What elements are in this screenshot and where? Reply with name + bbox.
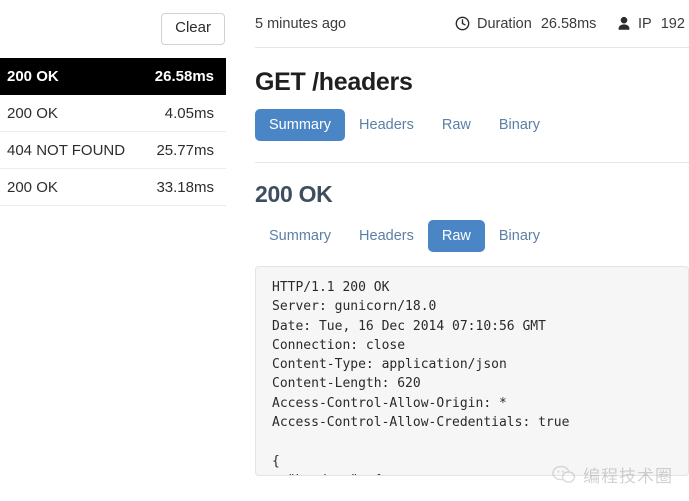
response-tab-binary[interactable]: Binary [485,220,554,252]
request-duration: 26.58ms [154,67,214,85]
table-row[interactable]: 200 OK 26.58ms [0,58,226,95]
header-divider [255,47,689,48]
request-status: 200 OK [7,178,58,196]
timestamp-label: 5 minutes ago [255,15,347,32]
request-list: 200 OK 26.58ms 200 OK 4.05ms 404 NOT FOU… [0,58,226,206]
tab-summary[interactable]: Summary [255,109,346,141]
tab-binary[interactable]: Binary [485,109,554,141]
duration-value: 26.58ms [540,15,597,32]
raw-response-panel[interactable]: HTTP/1.1 200 OK Server: gunicorn/18.0 Da… [255,266,689,476]
request-meta-bar: 5 minutes ago Duration 26.58ms IP 192 [255,0,689,47]
request-duration-meta: Duration 26.58ms [455,16,617,32]
request-duration: 33.18ms [156,178,214,196]
request-duration: 4.05ms [164,104,214,122]
raw-response-text: HTTP/1.1 200 OK Server: gunicorn/18.0 Da… [272,280,570,475]
request-detail-panel: 5 minutes ago Duration 26.58ms IP 192 GE… [240,0,689,501]
response-tab-summary[interactable]: Summary [255,220,345,252]
tab-raw[interactable]: Raw [428,109,485,141]
page-title: GET /headers [255,68,413,96]
table-row[interactable]: 404 NOT FOUND 25.77ms [0,132,226,169]
response-status-title: 200 OK [255,181,333,207]
response-tab-headers[interactable]: Headers [345,220,428,252]
app-root: Clear 200 OK 26.58ms 200 OK 4.05ms 404 N… [0,0,689,501]
request-duration: 25.77ms [156,141,214,159]
response-tab-raw[interactable]: Raw [427,220,485,252]
person-icon [617,16,631,31]
table-row[interactable]: 200 OK 4.05ms [0,95,226,132]
request-list-sidebar: Clear 200 OK 26.58ms 200 OK 4.05ms 404 N… [0,0,240,501]
table-row[interactable]: 200 OK 33.18ms [0,169,226,206]
ip-label: IP [638,15,652,32]
request-status: 404 NOT FOUND [7,141,126,159]
request-status: 200 OK [7,104,58,122]
duration-label: Duration [477,15,532,32]
request-ip-meta: IP 192 [617,16,685,32]
request-status: 200 OK [7,67,59,85]
request-section-divider [255,162,689,163]
clear-button[interactable]: Clear [161,13,225,45]
ip-value: 192 [660,15,685,32]
response-tabs: Summary Headers Raw Binary [255,220,689,252]
request-tabs: Summary Headers Raw Binary [255,109,689,141]
clock-icon [455,16,470,31]
tab-headers[interactable]: Headers [345,109,428,141]
sidebar-toolbar: Clear [0,0,240,58]
request-timestamp: 5 minutes ago [255,16,455,32]
